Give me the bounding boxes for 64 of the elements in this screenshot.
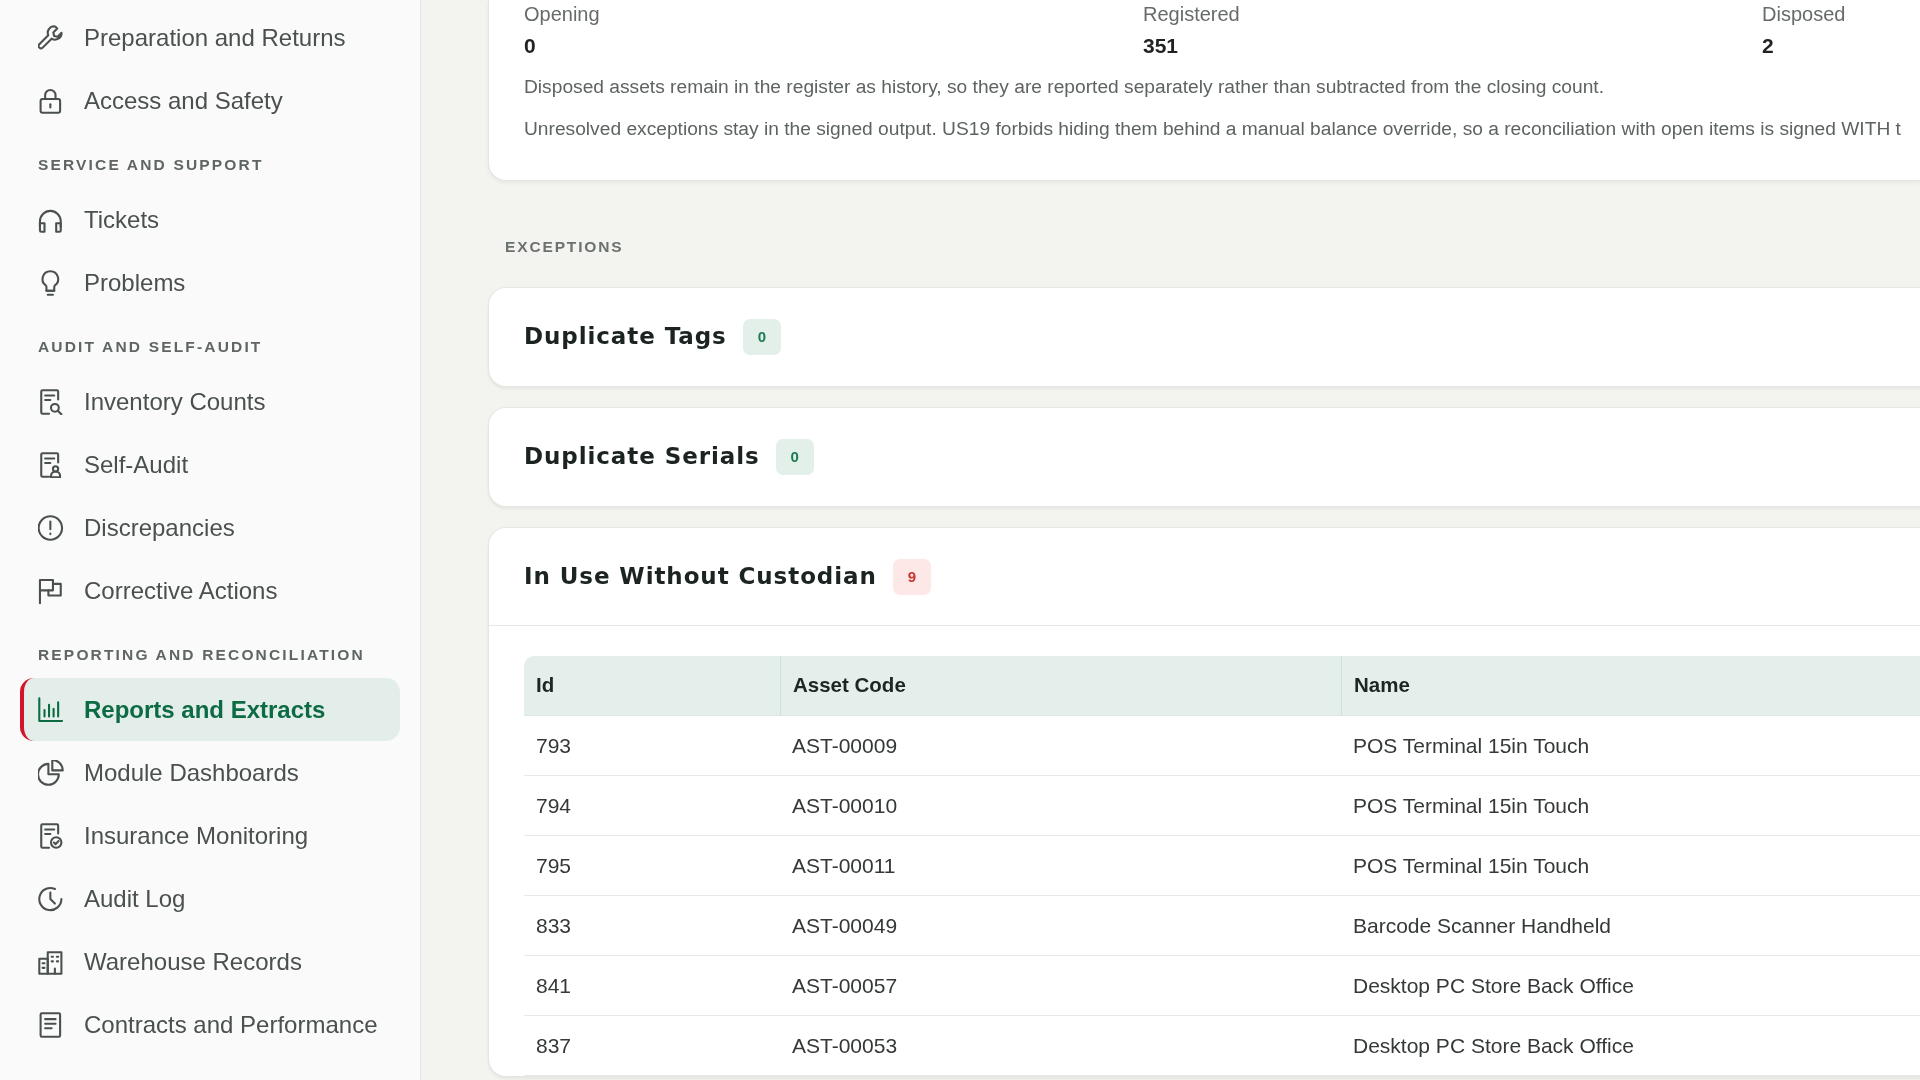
sidebar-item[interactable]: Contracts and Performance (20, 993, 400, 1056)
exception-title: Duplicate Serials (524, 443, 760, 471)
table-cell: 833 (524, 896, 780, 956)
document-check-icon (38, 822, 64, 849)
sidebar-item[interactable]: Preparation and Returns (20, 6, 400, 69)
table-cell: Desktop PC Store Back Office (1341, 1016, 1920, 1076)
table-cell: 837 (524, 1016, 780, 1076)
table-cell: AST-00053 (780, 1016, 1341, 1076)
count-badge: 9 (892, 558, 932, 595)
table-cell: AST-00057 (780, 956, 1341, 1016)
note-text: Unresolved exceptions stay in the signed output. US19 forbids hiding them behind a manual balance override, so a reconciliation with open items is signed WITH t (524, 117, 1901, 141)
table-cell: 794 (524, 776, 780, 836)
exception-title: In Use Without Custodian (524, 562, 877, 591)
wrench-icon (38, 24, 64, 51)
sidebar-item[interactable]: Problems (20, 251, 400, 314)
flag-icon (38, 577, 64, 604)
exception-title: Duplicate Tags (524, 323, 727, 351)
note-text: Disposed assets remain in the register as history, so they are reported separately rather than subtracted from the closing count. (524, 75, 1605, 99)
sidebar-item[interactable]: Audit Log (20, 867, 400, 930)
stat-value: 2 (1762, 34, 1774, 58)
sidebar-item[interactable]: Insurance Monitoring (20, 804, 400, 867)
stat-label: Registered (1143, 2, 1240, 26)
count-badge: 0 (775, 439, 814, 475)
sidebar-item[interactable]: Tickets (20, 188, 400, 251)
sidebar-item[interactable]: Access and Safety (20, 69, 400, 132)
document-search-icon (38, 388, 64, 415)
table-cell: 795 (524, 836, 780, 896)
document-person-icon (38, 451, 64, 478)
section-heading: EXCEPTIONS (505, 238, 624, 256)
table-cell: 841 (524, 956, 780, 1016)
table-cell: POS Terminal 15in Touch (1341, 836, 1920, 896)
count-badge: 0 (742, 319, 782, 355)
stat-value: 351 (1143, 34, 1179, 58)
column-header[interactable]: Id (524, 656, 780, 716)
clock-icon (38, 885, 64, 912)
table-cell: Barcode Scanner Handheld (1341, 896, 1920, 956)
table-cell: AST-00009 (780, 716, 1341, 776)
document-icon (38, 1011, 64, 1038)
lock-icon (38, 87, 64, 114)
sidebar-item[interactable]: Module Dashboards (20, 741, 400, 804)
column-header[interactable]: Name (1341, 656, 1920, 716)
stat-value: 0 (524, 34, 536, 58)
building-icon (38, 948, 64, 975)
stat-label: Opening (524, 2, 600, 26)
sidebar-item[interactable]: Discrepancies (20, 496, 400, 559)
sidebar-item[interactable]: Corrective Actions (20, 559, 400, 622)
table-cell: AST-00010 (780, 776, 1341, 836)
sidebar-item[interactable]: Inventory Counts (20, 370, 400, 433)
table-cell: 793 (524, 716, 780, 776)
stat-label: Disposed (1762, 2, 1846, 26)
sidebar-item[interactable]: Self-Audit (20, 433, 400, 496)
table-cell: POS Terminal 15in Touch (1341, 716, 1920, 776)
table-cell: AST-00011 (780, 836, 1341, 896)
table-cell: Desktop PC Store Back Office (1341, 956, 1920, 1016)
sidebar-item[interactable]: Reports and Extracts (20, 678, 400, 741)
sidebar-item[interactable]: Warehouse Records (20, 930, 400, 993)
section-heading: REPORTING AND RECONCILIATION (38, 646, 365, 664)
section-heading: AUDIT AND SELF-AUDIT (38, 338, 263, 356)
pie-chart-icon (38, 759, 64, 786)
table-cell: AST-00049 (780, 896, 1341, 956)
table-cell: POS Terminal 15in Touch (1341, 776, 1920, 836)
column-header[interactable]: Asset Code (780, 656, 1341, 716)
section-heading: SERVICE AND SUPPORT (38, 156, 264, 174)
bar-chart-icon (38, 696, 64, 723)
